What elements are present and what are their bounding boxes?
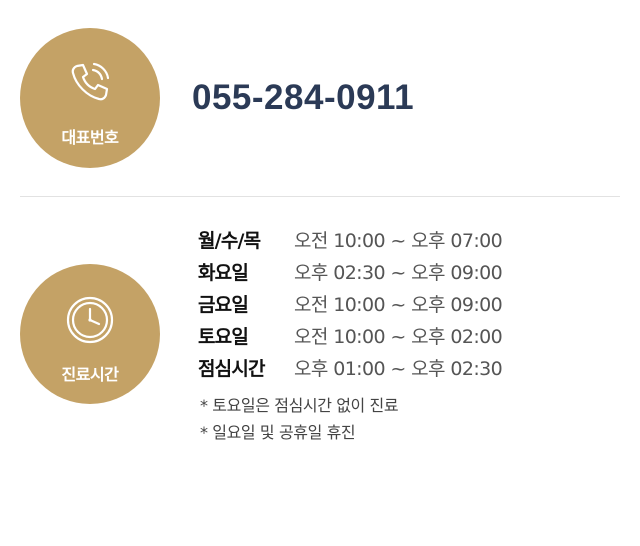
- phone-label: 대표번호: [61, 128, 119, 147]
- hours-label: 진료시간: [61, 365, 119, 384]
- hours-time: 오전 10:00 ~ 오후 02:00: [294, 325, 503, 348]
- hours-time: 오전 10:00 ~ 오후 09:00: [294, 293, 503, 316]
- hours-row: 금요일 오전 10:00 ~ 오후 09:00: [198, 287, 503, 319]
- hours-day: 점심시간: [198, 357, 266, 380]
- hours-day: 토요일: [198, 325, 249, 348]
- section-divider: [20, 196, 620, 197]
- note-holiday: * 일요일 및 공휴일 휴진: [200, 423, 356, 442]
- hours-row: 토요일 오전 10:00 ~ 오후 02:00: [198, 319, 503, 351]
- phone-number[interactable]: 055-284-0911: [192, 74, 414, 122]
- hours-time: 오전 10:00 ~ 오후 07:00: [294, 229, 503, 252]
- phone-badge: 대표번호: [20, 28, 160, 168]
- hours-day: 금요일: [198, 293, 249, 316]
- hours-notes: * 토요일은 점심시간 없이 진료 * 일요일 및 공휴일 휴진: [200, 392, 399, 446]
- hours-row: 점심시간 오후 01:00 ~ 오후 02:30: [198, 351, 503, 383]
- hours-time: 오후 01:00 ~ 오후 02:30: [294, 357, 503, 380]
- hours-day: 화요일: [198, 261, 249, 284]
- hours-day: 월/수/목: [198, 229, 261, 252]
- hours-badge: 진료시간: [20, 264, 160, 404]
- hours-row: 화요일 오후 02:30 ~ 오후 09:00: [198, 255, 503, 287]
- hours-row: 월/수/목 오전 10:00 ~ 오후 07:00: [198, 223, 503, 255]
- hours-time: 오후 02:30 ~ 오후 09:00: [294, 261, 503, 284]
- hours-table: 월/수/목 오전 10:00 ~ 오후 07:00 화요일 오후 02:30 ~…: [198, 223, 503, 383]
- phone-icon: [71, 62, 110, 101]
- clock-icon: [66, 296, 114, 344]
- note-saturday: * 토요일은 점심시간 없이 진료: [200, 396, 399, 415]
